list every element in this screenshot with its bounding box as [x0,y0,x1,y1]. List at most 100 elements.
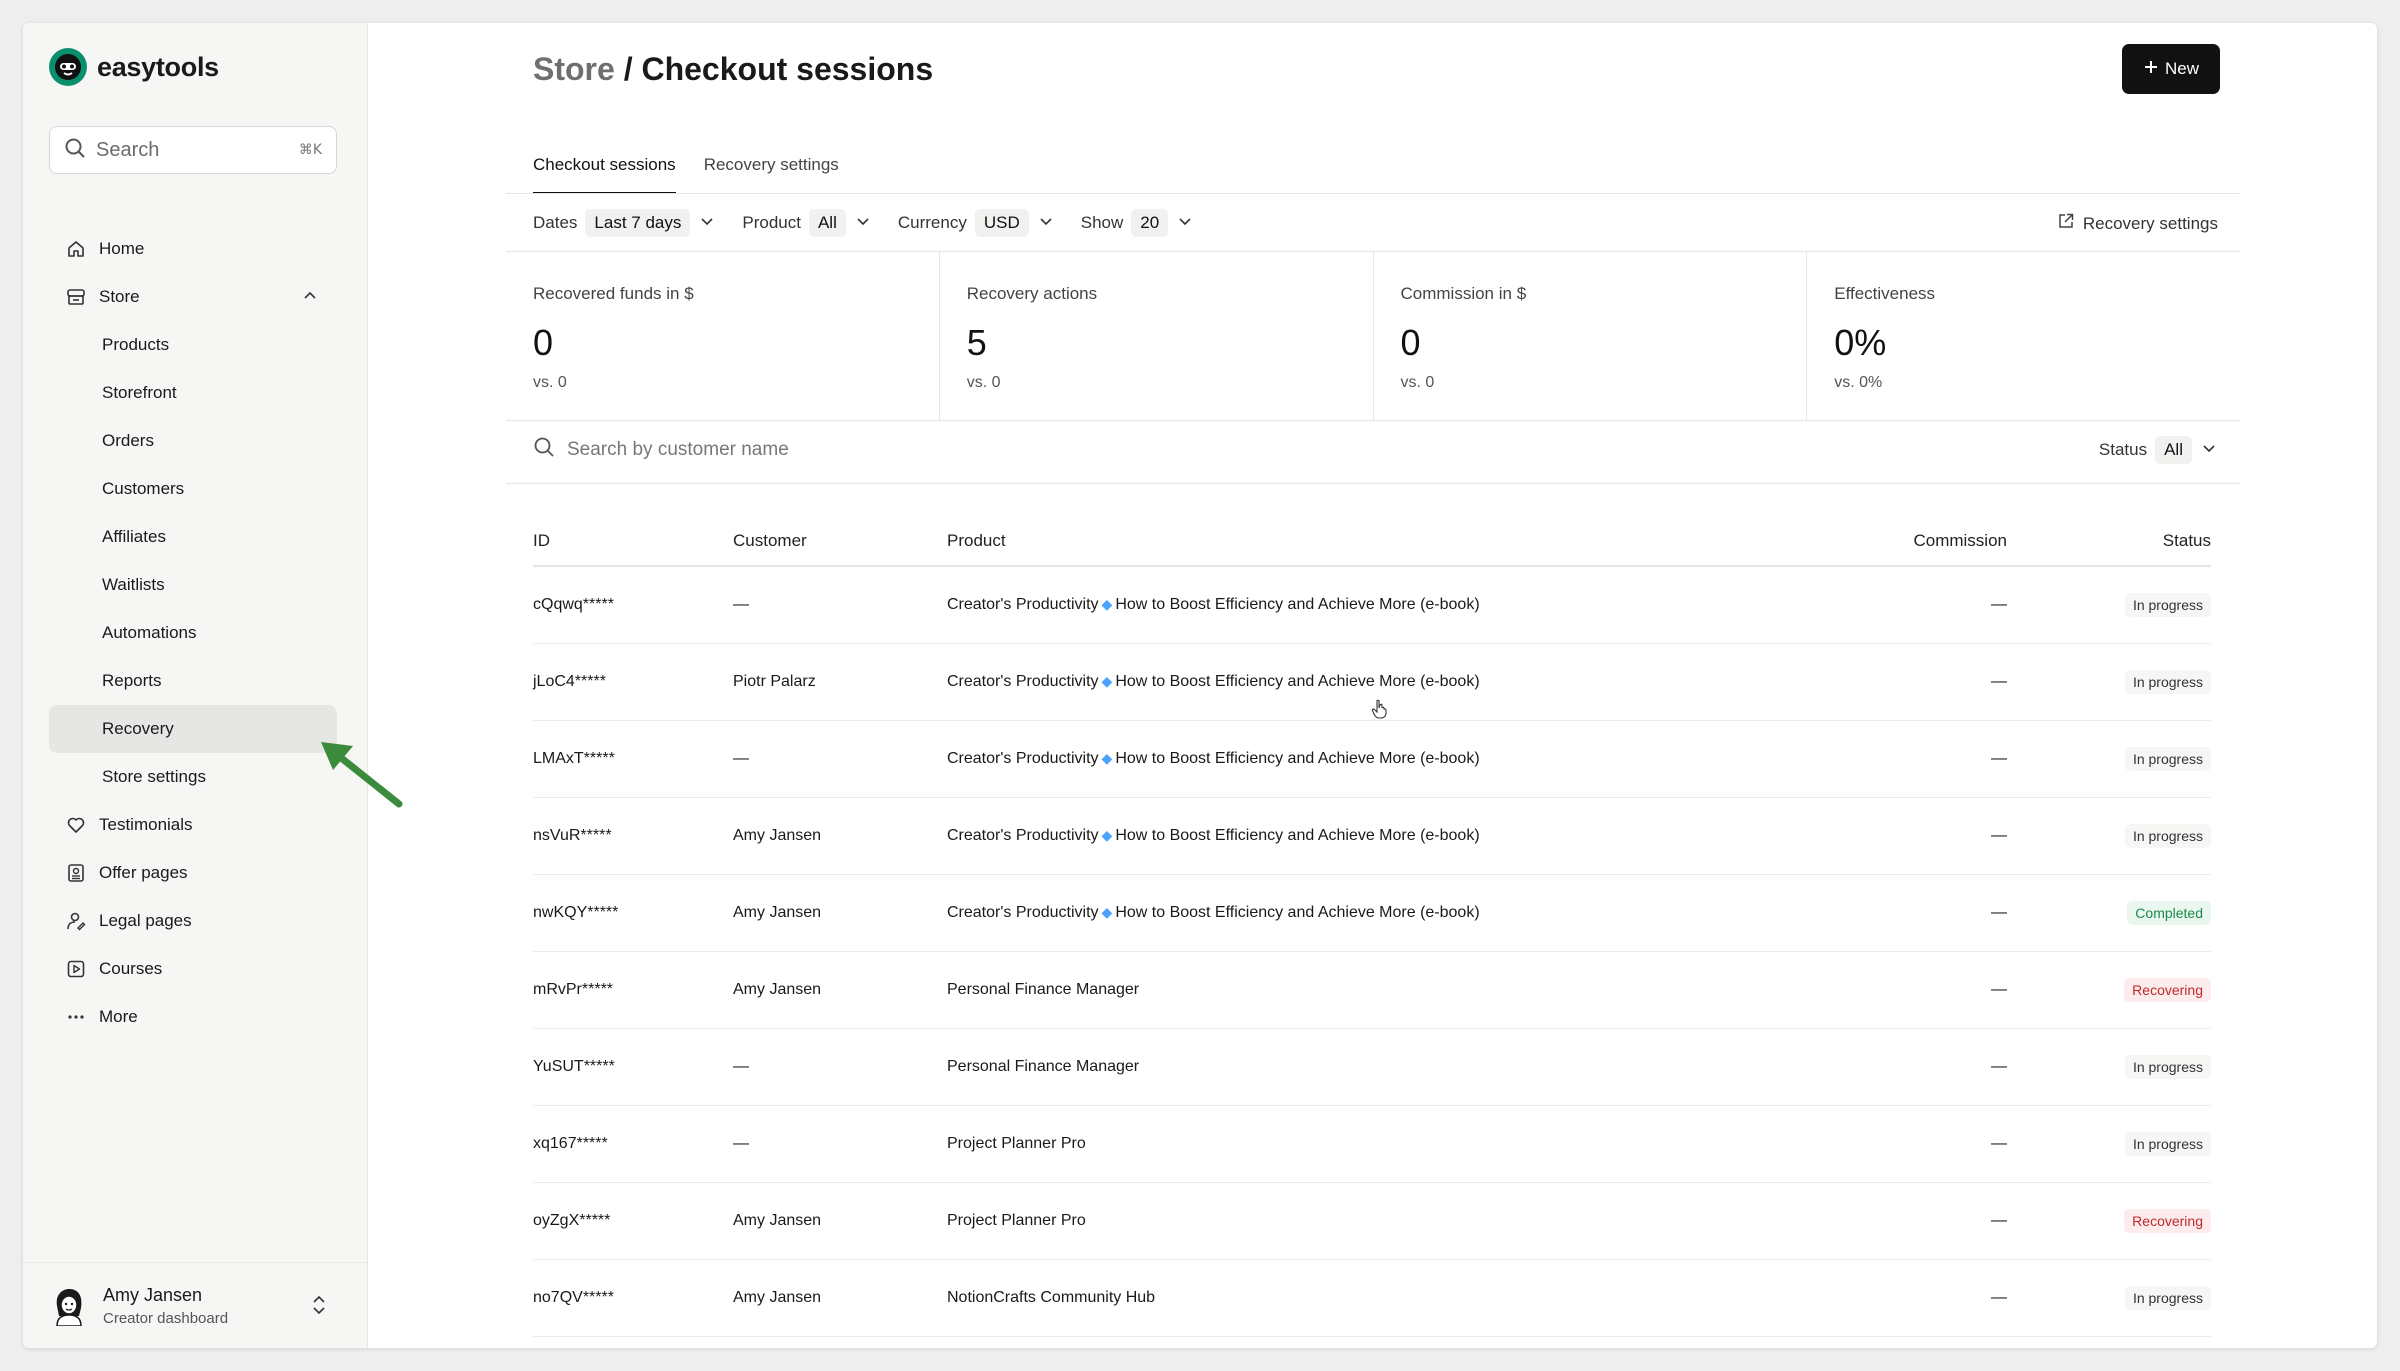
customer-search-placeholder: Search by customer name [567,439,789,460]
new-button[interactable]: New [2122,44,2220,94]
status-badge: Completed [2127,900,2211,925]
product-filter[interactable]: Product All [742,209,872,237]
sidebar-item-courses[interactable]: Courses [49,945,337,993]
status-filter[interactable]: Status All [2099,436,2218,464]
sidebar-item-store[interactable]: Store [49,273,337,321]
search-icon [533,436,555,464]
sidebar-item-label: Affiliates [102,527,166,546]
sidebar-item-label: Customers [102,479,185,498]
table-row[interactable]: mRvPr***** Amy Jansen Personal Finance Man… [533,951,2211,1029]
ellipsis-icon [65,1006,87,1028]
cell-id: no7QV***** [533,1259,733,1337]
filter-label: Show [1080,213,1124,232]
search-placeholder: Search [96,138,160,161]
currency-filter[interactable]: Currency USD [898,209,1055,237]
divider [506,483,2241,484]
sidebar-item-reports[interactable]: Reports [49,657,337,705]
cell-status: In progress [2007,1028,2211,1106]
table-row[interactable]: nwKQY***** Amy Jansen Creator's Productivi… [533,874,2211,952]
filter-label: Product [742,213,801,232]
recovery-settings-link[interactable]: Recovery settings [2057,212,2218,235]
breadcrumb[interactable]: Store [533,51,615,87]
gem-icon: ◆ [1101,826,1113,843]
cell-product: Creator's Productivity ◆ How to Boost Effi… [947,566,1807,644]
cell-customer: Amy Jansen [733,1259,947,1337]
filter-label: Status [2098,440,2148,459]
table-row[interactable]: cQqwq***** — Creator's Productivity ◆ How to… [533,566,2211,644]
table-row[interactable]: xq167***** — Project Planner Pro — In progre… [533,1105,2211,1183]
sidebar-item-label: Reports [102,671,162,690]
sidebar-item-affiliates[interactable]: Affiliates [49,513,337,561]
search-input[interactable]: Search ⌘K [49,126,337,174]
sidebar: easytools Search ⌘K Home Store Products … [23,23,368,1348]
sidebar-item-home[interactable]: Home [49,225,337,273]
product-name: Project Planner Pro [947,1134,1086,1152]
breadcrumb-separator: / [614,51,642,87]
cell-product: Creator's Productivity ◆ How to Boost Effi… [947,797,1807,875]
sidebar-item-waitlists[interactable]: Waitlists [49,561,337,609]
cell-commission: — [1807,1182,2007,1260]
recovery-settings-link-label: Recovery settings [2082,213,2218,233]
show-filter[interactable]: Show 20 [1081,209,1194,237]
chevron-up-icon[interactable] [301,287,319,310]
stats-row: Recovered funds in $ 0 vs. 0 Recovery ac… [506,252,2241,420]
sidebar-item-recovery[interactable]: Recovery [49,705,337,753]
sidebar-item-storefront[interactable]: Storefront [49,369,337,417]
cell-commission: — [1807,874,2007,952]
page-title: Store / Checkout sessions [533,51,933,88]
product-name: Creator's Productivity [947,672,1099,690]
sidebar-item-more[interactable]: More [49,993,337,1041]
product-subtitle: How to Boost Efficiency and Achieve More… [1115,595,1480,613]
legal-icon [65,910,87,932]
cell-commission: — [1807,1105,2007,1183]
home-icon [65,238,87,260]
brand[interactable]: easytools [49,47,219,87]
table-row[interactable]: YuSUT***** — Personal Finance Manager — In p… [533,1028,2211,1106]
sidebar-item-offer-pages[interactable]: Offer pages [49,849,337,897]
table-row[interactable]: oyZgX***** Amy Jansen Project Planner Pro —… [533,1182,2211,1260]
sidebar-item-testimonials[interactable]: Testimonials [49,801,337,849]
stat-card-effectiveness: Effectiveness 0% vs. 0% [1807,252,2241,420]
cell-id: nsVuR***** [533,797,733,875]
product-name: Creator's Productivity [947,749,1099,767]
offer-page-icon [65,862,87,884]
dates-filter[interactable]: Dates Last 7 days [533,209,716,237]
cell-customer: Amy Jansen [733,951,947,1029]
sidebar-item-label: Courses [99,959,163,978]
customer-search-input[interactable]: Search by customer name [533,436,789,464]
sidebar-item-label: Products [102,335,170,354]
tab-checkout-sessions[interactable]: Checkout sessions [533,133,676,194]
status-badge: In progress [2124,592,2211,617]
plus-icon [2143,59,2159,80]
user-menu[interactable]: Amy Jansen Creator dashboard [23,1262,368,1348]
sidebar-item-store-settings[interactable]: Store settings [49,753,337,801]
hand-cursor-icon [1371,699,1389,724]
sidebar-item-label: Orders [102,431,154,450]
easytools-logo-icon [49,48,87,86]
column-header-commission: Commission [1807,517,2007,567]
sidebar-item-products[interactable]: Products [49,321,337,369]
stat-comparison: vs. 0 [966,374,1001,391]
cell-commission: — [1807,643,2007,721]
gem-icon: ◆ [1101,903,1113,920]
cell-commission: — [1807,797,2007,875]
stat-label: Commission in $ [1400,284,1527,303]
chevron-up-down-icon[interactable] [310,1293,328,1322]
status-badge: Recovering [2124,1208,2211,1233]
tab-recovery-settings[interactable]: Recovery settings [704,133,839,194]
stat-label: Effectiveness [1834,284,1936,303]
sidebar-item-orders[interactable]: Orders [49,417,337,465]
cell-customer: Piotr Palarz [733,643,947,721]
page-title-text: Checkout sessions [641,51,934,87]
sidebar-item-customers[interactable]: Customers [49,465,337,513]
cell-id: cQqwq***** [533,566,733,644]
store-icon [65,286,87,308]
table-row[interactable]: no7QV***** Amy Jansen NotionCrafts Communi… [533,1259,2211,1337]
sidebar-item-legal-pages[interactable]: Legal pages [49,897,337,945]
cell-id: xq167***** [533,1105,733,1183]
sidebar-item-automations[interactable]: Automations [49,609,337,657]
table-row[interactable]: LMAxT***** — Creator's Productivity ◆ How to… [533,720,2211,798]
table-row[interactable]: nsVuR***** Amy Jansen Creator's Productivi… [533,797,2211,875]
sidebar-item-label: Store [99,287,140,306]
chevron-down-icon [854,212,872,235]
